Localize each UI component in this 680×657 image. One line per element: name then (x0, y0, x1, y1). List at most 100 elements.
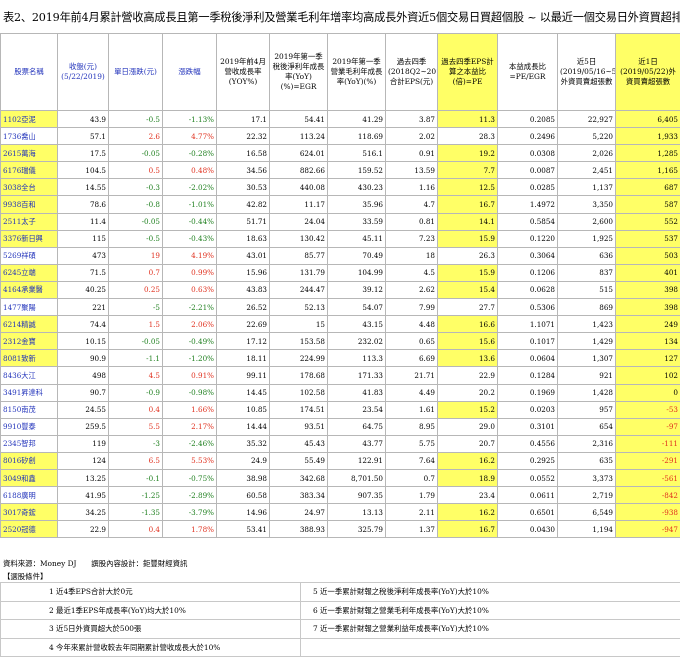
revenue-yoy-cell: 22.32 (216, 127, 270, 146)
eps-cell: 8.95 (385, 417, 438, 436)
day-change-cell: 0.4 (108, 400, 163, 419)
stock-name-cell[interactable]: 2615萬海 (0, 144, 58, 163)
stock-name-cell[interactable]: 9910豐泰 (0, 417, 58, 436)
revenue-yoy-cell: 17.12 (216, 332, 270, 351)
header-foreign-5d: 近5日(2019/05/16~5/22)外資買賣超張數 (557, 33, 616, 111)
stock-name-cell[interactable]: 9938百和 (0, 195, 58, 214)
stock-name-cell[interactable]: 6245立端 (0, 263, 58, 282)
revenue-yoy-cell: 22.69 (216, 315, 270, 334)
table-row: 6214精誠 74.4 1.5 2.06% 22.69 15 43.15 4.48 16.6 1.… (0, 315, 680, 334)
stock-name-cell[interactable]: 8016矽創 (0, 451, 58, 470)
day-change-cell: -0.05 (108, 144, 163, 163)
egr-cell: 224.99 (269, 349, 328, 368)
header-row: 股票名稱 收盤(元) (5/22/2019) 單日漲跌(元) 漲跌幅 2019年… (0, 33, 680, 111)
egr-cell: 55.49 (269, 451, 328, 470)
egr-cell: 131.79 (269, 263, 328, 282)
condition-item: 3 近5日外資買超大於500張 (0, 619, 301, 639)
stock-name-cell[interactable]: 6176瑞儀 (0, 161, 58, 180)
egr-cell: 383.34 (269, 486, 328, 505)
change-pct-cell: -1.13% (162, 109, 217, 129)
change-pct-cell: -1.20% (162, 349, 217, 368)
change-pct-cell: -0.43% (162, 229, 217, 248)
header-foreign-1d: 近1日(2019/05/22)外資買賣超張數 (615, 33, 680, 111)
foreign-5d-cell: 1,194 (557, 520, 616, 539)
foreign-5d-cell: 2,451 (557, 161, 616, 180)
stock-name-cell[interactable]: 2520冠德 (0, 520, 58, 539)
stock-name-cell[interactable]: 5269祥碩 (0, 246, 58, 265)
pe-cell: 7.7 (437, 161, 498, 180)
change-pct-cell: -0.75% (162, 468, 217, 488)
revenue-yoy-cell: 16.58 (216, 144, 270, 163)
day-change-cell: -0.1 (108, 468, 163, 488)
foreign-5d-cell: 957 (557, 400, 616, 419)
egr-cell: 24.04 (269, 212, 328, 231)
egr-cell: 54.41 (269, 109, 328, 129)
day-change-cell: -3 (108, 434, 163, 453)
stock-name-cell[interactable]: 8436大江 (0, 366, 58, 385)
pe-cell: 20.2 (437, 383, 498, 402)
foreign-5d-cell: 1,925 (557, 229, 616, 248)
close-price-cell: 119 (57, 434, 109, 453)
stock-name-cell[interactable]: 2345智邦 (0, 434, 58, 453)
stock-name-cell[interactable]: 3376新日興 (0, 229, 58, 248)
stock-name-cell[interactable]: 1736喬山 (0, 127, 58, 146)
foreign-1d-cell: 687 (615, 178, 680, 197)
stock-name-cell[interactable]: 8081致新 (0, 349, 58, 368)
foreign-1d-cell: 587 (615, 195, 680, 214)
eps-cell: 3.87 (385, 109, 438, 129)
stock-name-cell[interactable]: 3017奇鋐 (0, 503, 58, 522)
day-change-cell: -1.1 (108, 349, 163, 368)
peg-cell: 0.0611 (497, 486, 558, 505)
revenue-yoy-cell: 24.9 (216, 451, 270, 470)
eps-cell: 0.91 (385, 144, 438, 163)
eps-cell: 1.16 (385, 178, 438, 197)
day-change-cell: -1.25 (108, 486, 163, 505)
stock-name-cell[interactable]: 1102亞泥 (0, 109, 58, 129)
close-price-cell: 115 (57, 229, 109, 248)
egr-cell: 178.68 (269, 366, 328, 385)
foreign-1d-cell: -111 (615, 434, 680, 453)
eps-cell: 4.48 (385, 315, 438, 334)
eps-cell: 21.71 (385, 366, 438, 385)
close-price-cell: 13.25 (57, 468, 109, 488)
foreign-1d-cell: 0 (615, 383, 680, 402)
revenue-yoy-cell: 18.11 (216, 349, 270, 368)
table-row: 3017奇鋐 34.25 -1.35 -3.79% 14.96 24.97 13.13 2.1… (0, 503, 680, 522)
gross-yoy-cell: 70.49 (327, 246, 386, 265)
change-pct-cell: -0.28% (162, 144, 217, 163)
header-name: 股票名稱 (0, 33, 58, 111)
stock-name-cell[interactable]: 2511太子 (0, 212, 58, 231)
foreign-5d-cell: 1,137 (557, 178, 616, 197)
revenue-yoy-cell: 51.71 (216, 212, 270, 231)
revenue-yoy-cell: 38.98 (216, 468, 270, 488)
condition-row: 4 今年來累計營收較去年同期累計營收成長大於10% (0, 637, 680, 657)
foreign-1d-cell: 127 (615, 349, 680, 368)
peg-cell: 0.0285 (497, 178, 558, 197)
foreign-1d-cell: 537 (615, 229, 680, 248)
eps-cell: 4.49 (385, 383, 438, 402)
stock-name-cell[interactable]: 2312金寶 (0, 332, 58, 351)
peg-cell: 0.2925 (497, 451, 558, 470)
stock-name-cell[interactable]: 6188廣明 (0, 486, 58, 505)
stock-name-cell[interactable]: 4164承業醫 (0, 280, 58, 300)
stock-name-cell[interactable]: 3049和鑫 (0, 468, 58, 488)
pe-cell: 16.2 (437, 503, 498, 522)
day-change-cell: 1.5 (108, 315, 163, 334)
peg-cell: 0.3101 (497, 417, 558, 436)
stock-name-cell[interactable]: 8150南茂 (0, 400, 58, 419)
day-change-cell: 5.5 (108, 417, 163, 436)
gross-yoy-cell: 104.99 (327, 263, 386, 282)
foreign-1d-cell: -842 (615, 486, 680, 505)
change-pct-cell: -2.46% (162, 434, 217, 453)
stock-name-cell[interactable]: 6214精誠 (0, 315, 58, 334)
stock-name-cell[interactable]: 3491昇達科 (0, 383, 58, 402)
stock-name-cell[interactable]: 3038全台 (0, 178, 58, 197)
table-row: 1102亞泥 43.9 -0.5 -1.13% 17.1 54.41 41.29 3.87 11… (0, 109, 680, 129)
stock-name-cell[interactable]: 1477聚陽 (0, 298, 58, 317)
condition-item: 7 近一季累計財報之營業利益年成長率(YoY)大於10% (300, 619, 680, 639)
change-pct-cell: -2.89% (162, 486, 217, 505)
gross-yoy-cell: 45.11 (327, 229, 386, 248)
eps-cell: 1.79 (385, 486, 438, 505)
gross-yoy-cell: 43.15 (327, 315, 386, 334)
condition-item: 5 近一季累計財報之稅後淨利年成長率(YoY)大於10% (300, 582, 680, 602)
